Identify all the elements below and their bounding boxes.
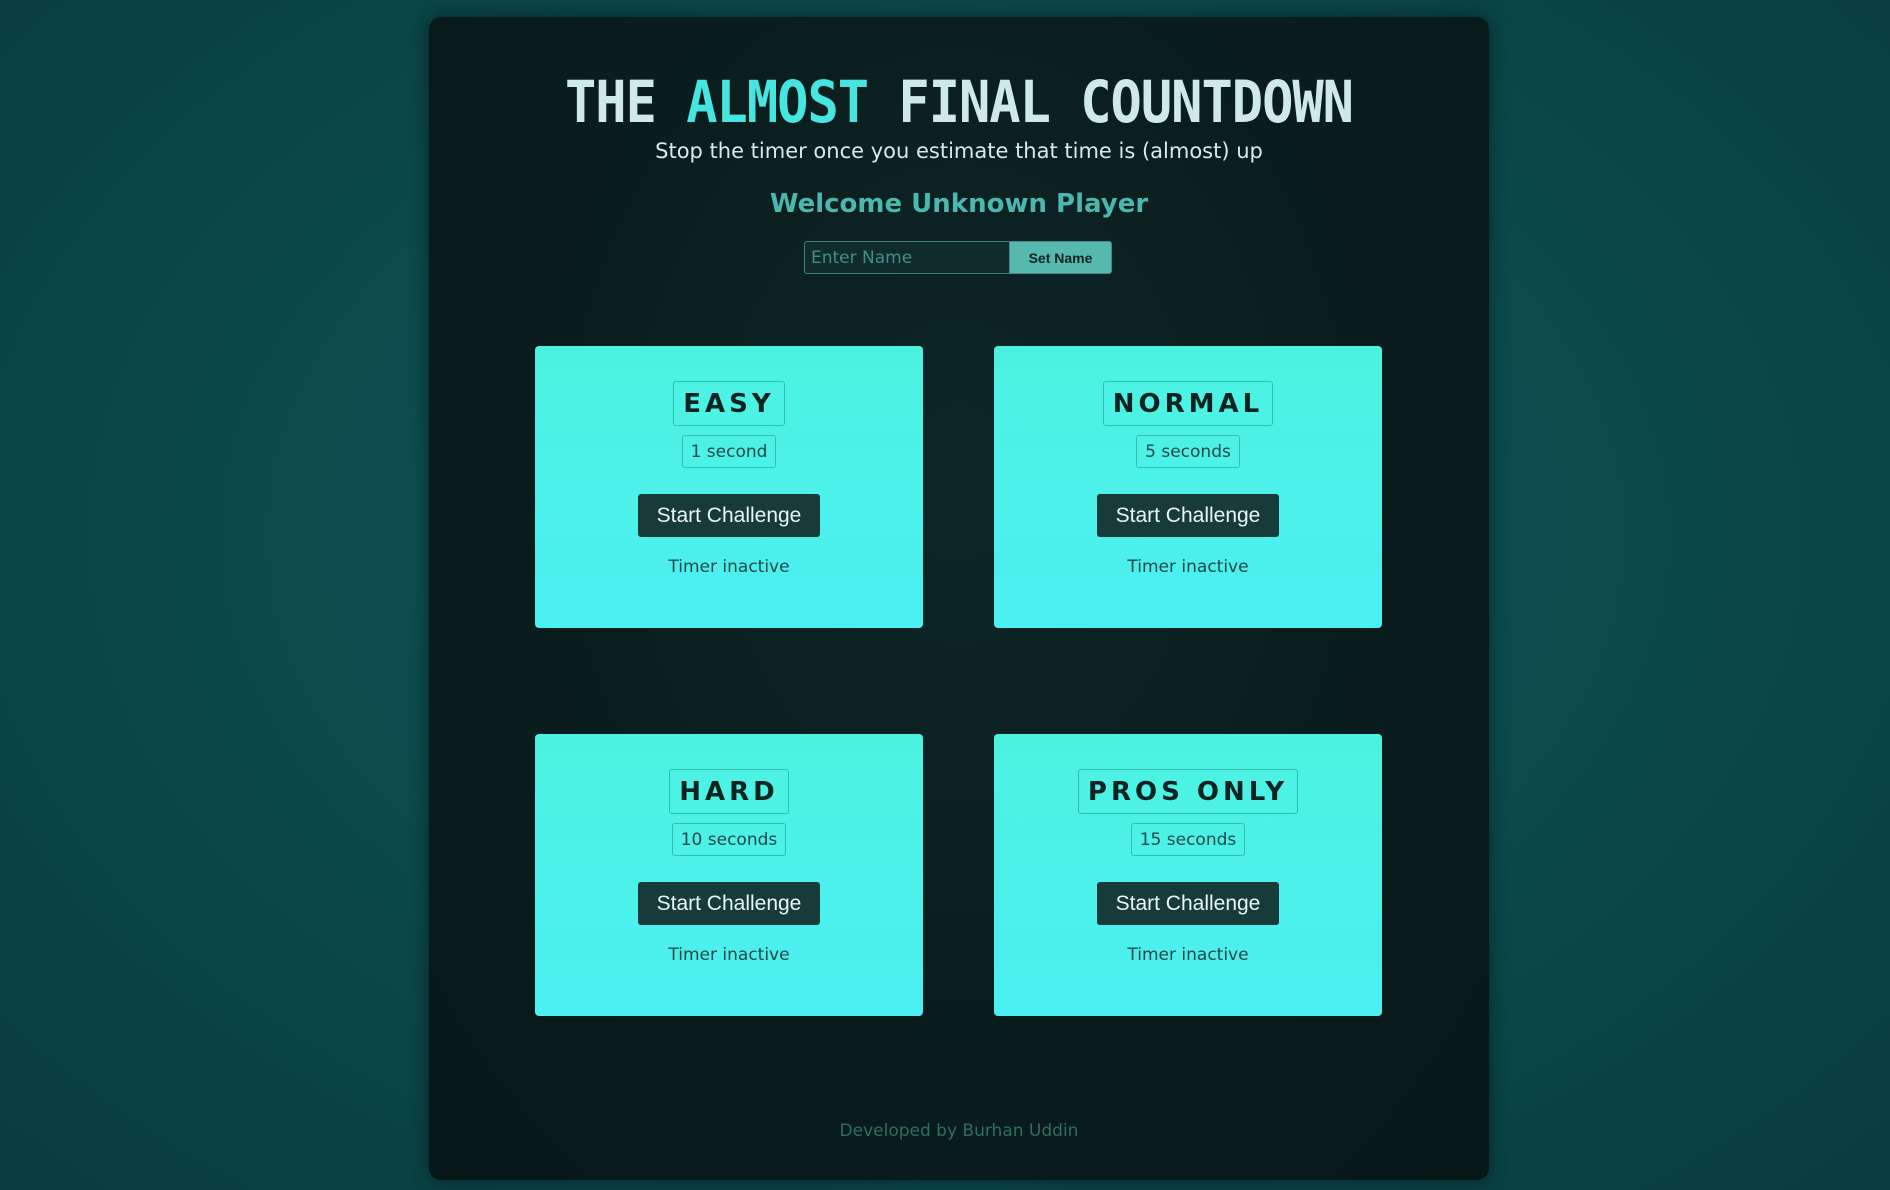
name-input[interactable] <box>804 241 1009 274</box>
page-subtitle: Stop the timer once you estimate that ti… <box>655 139 1263 163</box>
title-part-2: FINAL COUNTDOWN <box>868 69 1354 137</box>
footer-credit: Developed by Burhan Uddin <box>839 1121 1079 1141</box>
name-form: Set Name <box>804 241 1112 274</box>
timer-status: Timer inactive <box>1127 557 1249 577</box>
challenge-duration: 5 seconds <box>1136 435 1240 468</box>
challenge-level: EASY <box>673 381 785 426</box>
challenge-card-hard: HARD 10 seconds Start Challenge Timer in… <box>535 734 923 1016</box>
challenge-level: PROS ONLY <box>1077 769 1299 814</box>
start-challenge-button[interactable]: Start Challenge <box>638 882 820 925</box>
page-title: THE ALMOST FINAL COUNTDOWN <box>429 69 1489 136</box>
challenge-duration: 15 seconds <box>1130 823 1246 856</box>
title-part-1: THE <box>565 69 687 137</box>
timer-status: Timer inactive <box>668 945 790 965</box>
challenge-duration: 1 second <box>681 435 777 468</box>
challenge-duration: 10 seconds <box>671 823 787 856</box>
game-panel: THE ALMOST FINAL COUNTDOWN Stop the time… <box>429 17 1489 1180</box>
challenge-level: NORMAL <box>1102 381 1274 426</box>
title-accent: ALMOST <box>686 69 869 137</box>
start-challenge-button[interactable]: Start Challenge <box>1097 494 1279 537</box>
welcome-message: Welcome Unknown Player <box>769 189 1149 219</box>
challenge-card-pros-only: PROS ONLY 15 seconds Start Challenge Tim… <box>994 734 1382 1016</box>
challenge-level: HARD <box>669 769 789 814</box>
timer-status: Timer inactive <box>668 557 790 577</box>
challenge-card-normal: NORMAL 5 seconds Start Challenge Timer i… <box>994 346 1382 628</box>
set-name-button[interactable]: Set Name <box>1009 241 1112 274</box>
start-challenge-button[interactable]: Start Challenge <box>1097 882 1279 925</box>
start-challenge-button[interactable]: Start Challenge <box>638 494 820 537</box>
timer-status: Timer inactive <box>1127 945 1249 965</box>
challenge-card-easy: EASY 1 second Start Challenge Timer inac… <box>535 346 923 628</box>
